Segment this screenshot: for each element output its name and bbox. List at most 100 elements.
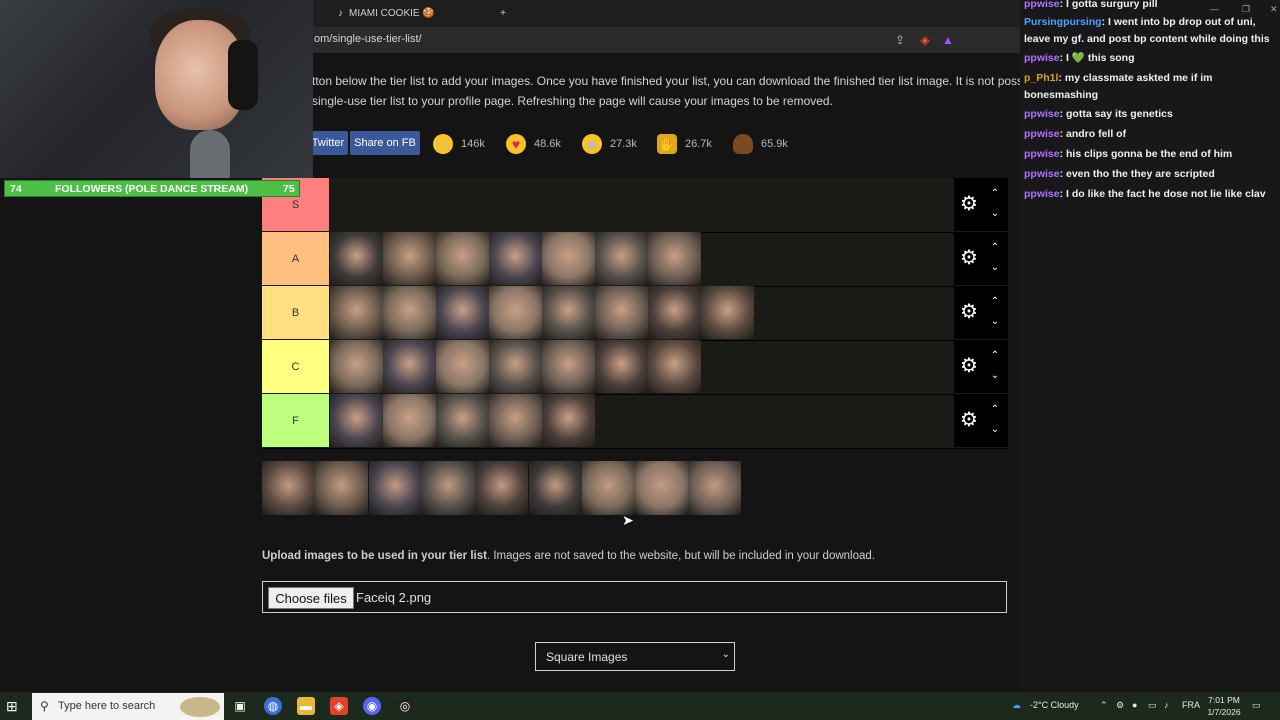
tier-image-thumbnail[interactable] bbox=[648, 232, 701, 285]
address-bar[interactable]: om/single-use-tier-list/ ⇪ ◈ ▲ bbox=[300, 27, 1020, 53]
tier-image-thumbnail[interactable] bbox=[595, 340, 648, 393]
share-twitter-button[interactable]: Twitter bbox=[308, 131, 348, 155]
tier-image-thumbnail[interactable] bbox=[383, 232, 436, 285]
chevron-up-icon[interactable]: ⌃ bbox=[988, 404, 1002, 416]
brave-browser-icon[interactable]: ◈ bbox=[330, 697, 348, 715]
file-explorer-icon[interactable]: ▬ bbox=[297, 697, 315, 715]
tier-image-thumbnail[interactable] bbox=[330, 286, 383, 339]
tier-image-thumbnail[interactable] bbox=[383, 286, 436, 339]
tab-miami-cookie[interactable]: ♪MIAMI COOKIE 🍪 (@unbancookie) bbox=[338, 0, 493, 46]
tier-image-thumbnail[interactable] bbox=[542, 394, 595, 447]
reaction-laughing[interactable]: ☻ 27.3k bbox=[582, 132, 637, 156]
tier-image-thumbnail[interactable] bbox=[383, 340, 436, 393]
reaction-poop[interactable]: 65.9k bbox=[733, 132, 788, 156]
tier-label-a[interactable]: A bbox=[262, 232, 329, 285]
chat-username[interactable]: ppwise bbox=[1024, 0, 1060, 10]
weather-text[interactable]: -2°C Cloudy bbox=[1030, 700, 1079, 710]
reaction-smile[interactable]: ☺ 146k bbox=[433, 132, 485, 156]
chat-username[interactable]: ppwise bbox=[1024, 148, 1060, 160]
chat-username[interactable]: Pursingpursing bbox=[1024, 16, 1102, 28]
share-facebook-button[interactable]: Share on FB bbox=[350, 131, 420, 155]
file-upload-field[interactable]: Choose files Faceiq 2.png bbox=[262, 581, 1007, 613]
chevron-down-icon[interactable]: ⌄ bbox=[988, 208, 1002, 220]
volume-icon[interactable]: ♪ bbox=[1164, 700, 1169, 710]
tier-label-f[interactable]: F bbox=[262, 394, 329, 447]
tier-image-thumbnail[interactable] bbox=[542, 286, 595, 339]
gear-icon[interactable]: ⚙ bbox=[958, 355, 980, 377]
tier-image-thumbnail[interactable] bbox=[489, 340, 542, 393]
tier-image-thumbnail[interactable] bbox=[595, 232, 648, 285]
chevron-down-icon[interactable]: ⌄ bbox=[988, 424, 1002, 436]
tier-image-thumbnail[interactable] bbox=[595, 286, 648, 339]
pool-image-thumbnail[interactable] bbox=[581, 461, 635, 515]
windows-start-icon[interactable]: ⊞ bbox=[6, 698, 22, 714]
gear-icon[interactable]: ⚙ bbox=[958, 193, 980, 215]
clock-time: 7:01 PM bbox=[1208, 695, 1240, 705]
windows-taskbar: ⊞ ⚲ Type here to search ▣ ◍ ▬ ◈ ◉ ◎ ☁ -2… bbox=[0, 692, 1280, 720]
tier-image-thumbnail[interactable] bbox=[436, 232, 489, 285]
pool-image-thumbnail[interactable] bbox=[315, 461, 369, 515]
chat-username[interactable]: p_Ph1l bbox=[1024, 72, 1058, 84]
pool-image-thumbnail[interactable] bbox=[635, 461, 689, 515]
brave-rewards-icon[interactable]: ▲ bbox=[940, 32, 956, 48]
chat-username[interactable]: ppwise bbox=[1024, 52, 1060, 64]
pool-image-thumbnail[interactable] bbox=[475, 461, 529, 515]
obs-icon[interactable]: ◎ bbox=[396, 697, 414, 715]
tray-overflow-icon[interactable]: ⌃ bbox=[1100, 700, 1108, 711]
tier-image-thumbnail[interactable] bbox=[330, 340, 383, 393]
chevron-down-icon[interactable]: ⌄ bbox=[988, 262, 1002, 274]
gear-icon[interactable]: ⚙ bbox=[958, 301, 980, 323]
tier-image-thumbnail[interactable] bbox=[648, 286, 701, 339]
tier-image-thumbnail[interactable] bbox=[489, 286, 542, 339]
tier-image-thumbnail[interactable] bbox=[701, 286, 754, 339]
reaction-heart-eyes[interactable]: ♥ 48.6k bbox=[506, 132, 561, 156]
goal-label: FOLLOWERS (POLE DANCE STREAM) bbox=[55, 183, 249, 195]
tier-image-thumbnail[interactable] bbox=[489, 232, 542, 285]
tray-app-icon[interactable]: ⚙ bbox=[1116, 700, 1124, 711]
chat-username[interactable]: ppwise bbox=[1024, 108, 1060, 120]
tier-image-thumbnail[interactable] bbox=[542, 340, 595, 393]
pool-image-thumbnail[interactable] bbox=[262, 461, 315, 515]
tier-label-b[interactable]: B bbox=[262, 286, 329, 339]
tier-image-thumbnail[interactable] bbox=[436, 286, 489, 339]
tier-image-thumbnail[interactable] bbox=[383, 394, 436, 447]
copilot-icon[interactable]: ◍ bbox=[264, 697, 282, 715]
chevron-up-icon[interactable]: ⌃ bbox=[988, 188, 1002, 200]
taskbar-search-box[interactable]: ⚲ Type here to search bbox=[32, 693, 224, 720]
tier-image-thumbnail[interactable] bbox=[436, 340, 489, 393]
pool-image-thumbnail[interactable] bbox=[688, 461, 742, 515]
chat-username[interactable]: ppwise bbox=[1024, 168, 1060, 180]
chat-username[interactable]: ppwise bbox=[1024, 128, 1060, 140]
discord-icon[interactable]: ◉ bbox=[363, 697, 381, 715]
chevron-up-icon[interactable]: ⌃ bbox=[988, 242, 1002, 254]
notification-icon[interactable]: ▭ bbox=[1252, 700, 1261, 711]
network-icon[interactable]: ▭ bbox=[1148, 700, 1157, 711]
chevron-down-icon[interactable]: ⌄ bbox=[988, 316, 1002, 328]
brave-shield-icon[interactable]: ◈ bbox=[917, 32, 933, 48]
pool-image-thumbnail[interactable] bbox=[421, 461, 475, 515]
chevron-up-icon[interactable]: ⌃ bbox=[988, 350, 1002, 362]
pool-image-thumbnail[interactable] bbox=[528, 461, 582, 515]
pool-image-thumbnail[interactable] bbox=[368, 461, 422, 515]
tier-image-thumbnail[interactable] bbox=[489, 394, 542, 447]
tier-image-thumbnail[interactable] bbox=[330, 394, 383, 447]
tier-image-thumbnail[interactable] bbox=[330, 232, 383, 285]
language-indicator[interactable]: FRA bbox=[1182, 700, 1200, 710]
gear-icon[interactable]: ⚙ bbox=[958, 409, 980, 431]
tier-image-thumbnail[interactable] bbox=[542, 232, 595, 285]
chat-username[interactable]: ppwise bbox=[1024, 188, 1060, 200]
choose-files-button[interactable]: Choose files bbox=[268, 587, 354, 609]
tray-mic-icon[interactable]: ● bbox=[1132, 700, 1137, 710]
taskbar-clock[interactable]: 7:01 PM 1/7/2026 bbox=[1205, 694, 1243, 718]
task-view-icon[interactable]: ▣ bbox=[231, 697, 249, 715]
tier-image-thumbnail[interactable] bbox=[436, 394, 489, 447]
share-icon[interactable]: ⇪ bbox=[892, 32, 908, 48]
new-tab-button[interactable]: + bbox=[496, 0, 510, 27]
image-shape-select[interactable]: Square Images ⌄ bbox=[535, 642, 735, 671]
reaction-raised-hands[interactable]: ✋ 26.7k bbox=[657, 132, 712, 156]
tier-image-thumbnail[interactable] bbox=[648, 340, 701, 393]
gear-icon[interactable]: ⚙ bbox=[958, 247, 980, 269]
tier-label-c[interactable]: C bbox=[262, 340, 329, 393]
chevron-up-icon[interactable]: ⌃ bbox=[988, 296, 1002, 308]
chevron-down-icon[interactable]: ⌄ bbox=[988, 370, 1002, 382]
